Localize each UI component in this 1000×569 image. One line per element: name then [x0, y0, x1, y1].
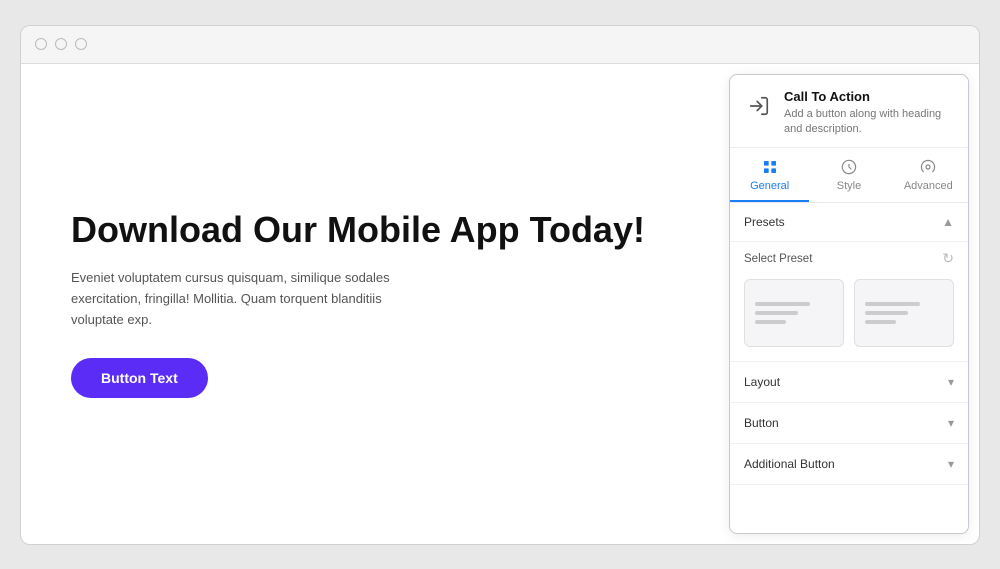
tab-general-label: General [750, 180, 789, 192]
presets-section-header[interactable]: Presets ▲ [730, 203, 968, 242]
button-chevron-down-icon: ▾ [948, 416, 954, 430]
button-label: Button [744, 416, 779, 430]
preset-line [865, 311, 908, 315]
browser-chrome [21, 26, 979, 64]
preset-line [865, 320, 896, 324]
panel-header-text: Call To Action Add a button along with h… [784, 89, 954, 138]
presets-content: Select Preset ↻ [730, 242, 968, 362]
layout-label: Layout [744, 375, 780, 389]
advanced-icon [919, 158, 937, 176]
presets-label: Presets [744, 215, 785, 229]
cta-icon [744, 91, 774, 121]
preset-line [755, 302, 810, 306]
panel-title: Call To Action [784, 89, 954, 104]
select-preset-refresh-icon: ↻ [942, 250, 954, 267]
preset-thumb-2[interactable] [854, 279, 954, 347]
additional-button-label: Additional Button [744, 457, 835, 471]
settings-panel: Call To Action Add a button along with h… [729, 74, 969, 534]
select-preset-row: Select Preset ↻ [744, 250, 954, 267]
select-preset-label: Select Preset [744, 253, 812, 265]
tab-advanced[interactable]: Advanced [889, 148, 968, 202]
preset-thumbnails [744, 279, 954, 347]
layout-section[interactable]: Layout ▾ [730, 362, 968, 403]
panel-description: Add a button along with heading and desc… [784, 107, 954, 138]
general-icon [761, 158, 779, 176]
tab-general[interactable]: General [730, 148, 809, 202]
preview-heading: Download Our Mobile App Today! [71, 209, 679, 250]
panel-body: Presets ▲ Select Preset ↻ [730, 203, 968, 532]
preset-line [755, 311, 798, 315]
tab-style[interactable]: Style [809, 148, 888, 202]
preset-line [865, 302, 920, 306]
window-dot-1 [35, 38, 47, 50]
tab-style-label: Style [837, 180, 861, 192]
cta-button[interactable]: Button Text [71, 358, 208, 398]
preset-line [755, 320, 786, 324]
button-section[interactable]: Button ▾ [730, 403, 968, 444]
content-area: Download Our Mobile App Today! Eveniet v… [21, 64, 979, 544]
preview-description: Eveniet voluptatem cursus quisquam, simi… [71, 268, 431, 330]
window-dot-2 [55, 38, 67, 50]
app-window: Download Our Mobile App Today! Eveniet v… [20, 25, 980, 545]
style-icon [840, 158, 858, 176]
additional-button-section[interactable]: Additional Button ▾ [730, 444, 968, 485]
additional-button-chevron-down-icon: ▾ [948, 457, 954, 471]
panel-tabs: General Style [730, 148, 968, 203]
tab-advanced-label: Advanced [904, 180, 953, 192]
layout-chevron-down-icon: ▾ [948, 375, 954, 389]
preview-panel: Download Our Mobile App Today! Eveniet v… [21, 64, 729, 544]
preset-thumb-1[interactable] [744, 279, 844, 347]
presets-chevron-up-icon: ▲ [942, 215, 954, 229]
window-dot-3 [75, 38, 87, 50]
panel-header: Call To Action Add a button along with h… [730, 75, 968, 149]
